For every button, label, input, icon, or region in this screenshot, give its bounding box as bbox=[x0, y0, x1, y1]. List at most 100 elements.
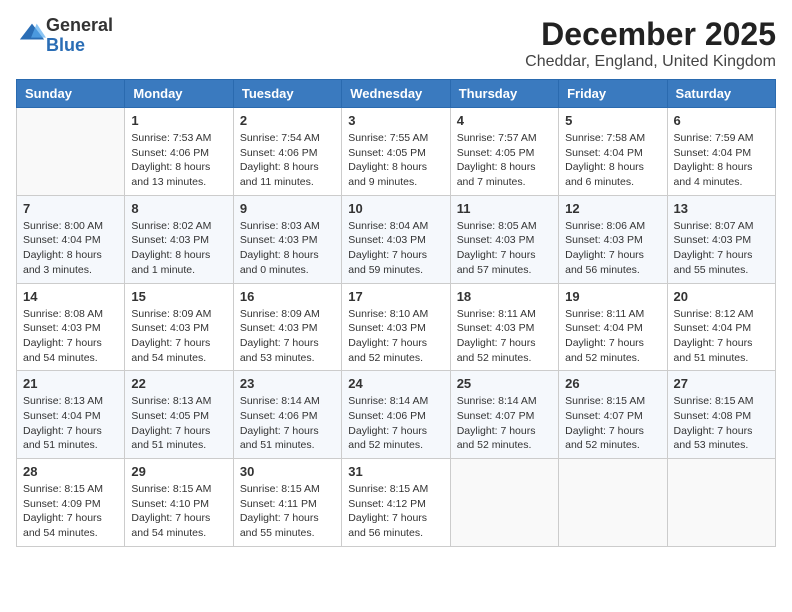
week-row-3: 14 Sunrise: 8:08 AMSunset: 4:03 PMDayligh… bbox=[17, 283, 776, 371]
day-info: Sunrise: 8:15 AMSunset: 4:07 PMDaylight:… bbox=[565, 394, 660, 453]
week-row-5: 28 Sunrise: 8:15 AMSunset: 4:09 PMDayligh… bbox=[17, 459, 776, 547]
calendar-cell bbox=[559, 459, 667, 547]
day-number: 10 bbox=[348, 201, 443, 216]
day-number: 15 bbox=[131, 289, 226, 304]
day-info: Sunrise: 8:11 AMSunset: 4:03 PMDaylight:… bbox=[457, 307, 552, 366]
calendar-cell: 29 Sunrise: 8:15 AMSunset: 4:10 PMDayligh… bbox=[125, 459, 233, 547]
calendar-cell: 23 Sunrise: 8:14 AMSunset: 4:06 PMDayligh… bbox=[233, 371, 341, 459]
calendar-cell: 16Sunrise: 8:09 AMSunset: 4:03 PMDayligh… bbox=[233, 283, 341, 371]
day-number: 12 bbox=[565, 201, 660, 216]
calendar-cell bbox=[450, 459, 558, 547]
calendar-cell: 11 Sunrise: 8:05 AMSunset: 4:03 PMDayligh… bbox=[450, 195, 558, 283]
day-info: Sunrise: 8:12 AMSunset: 4:04 PMDaylight:… bbox=[674, 307, 769, 366]
day-number: 2 bbox=[240, 113, 335, 128]
day-of-week-header: SundayMondayTuesdayWednesdayThursdayFrid… bbox=[17, 80, 776, 108]
col-header-saturday: Saturday bbox=[667, 80, 775, 108]
day-info: Sunrise: 8:10 AMSunset: 4:03 PMDaylight:… bbox=[348, 307, 443, 366]
day-info: Sunrise: 8:13 AMSunset: 4:04 PMDaylight:… bbox=[23, 394, 118, 453]
week-row-4: 21 Sunrise: 8:13 AMSunset: 4:04 PMDayligh… bbox=[17, 371, 776, 459]
calendar-cell: 20 Sunrise: 8:12 AMSunset: 4:04 PMDayligh… bbox=[667, 283, 775, 371]
day-number: 17 bbox=[348, 289, 443, 304]
calendar-cell: 2 Sunrise: 7:54 AMSunset: 4:06 PMDaylight… bbox=[233, 108, 341, 196]
calendar-cell: 17 Sunrise: 8:10 AMSunset: 4:03 PMDayligh… bbox=[342, 283, 450, 371]
col-header-monday: Monday bbox=[125, 80, 233, 108]
day-info: Sunrise: 8:04 AMSunset: 4:03 PMDaylight:… bbox=[348, 219, 443, 278]
calendar-cell: 8 Sunrise: 8:02 AMSunset: 4:03 PMDaylight… bbox=[125, 195, 233, 283]
day-number: 30 bbox=[240, 464, 335, 479]
day-number: 27 bbox=[674, 376, 769, 391]
day-info: Sunrise: 8:02 AMSunset: 4:03 PMDaylight:… bbox=[131, 219, 226, 278]
calendar-cell: 13 Sunrise: 8:07 AMSunset: 4:03 PMDayligh… bbox=[667, 195, 775, 283]
calendar-cell: 22 Sunrise: 8:13 AMSunset: 4:05 PMDayligh… bbox=[125, 371, 233, 459]
day-number: 4 bbox=[457, 113, 552, 128]
day-number: 13 bbox=[674, 201, 769, 216]
day-number: 11 bbox=[457, 201, 552, 216]
logo-text: General Blue bbox=[46, 16, 113, 56]
day-number: 8 bbox=[131, 201, 226, 216]
day-info: Sunrise: 8:15 AMSunset: 4:10 PMDaylight:… bbox=[131, 482, 226, 541]
calendar-cell: 19Sunrise: 8:11 AMSunset: 4:04 PMDayligh… bbox=[559, 283, 667, 371]
day-info: Sunrise: 7:53 AMSunset: 4:06 PMDaylight:… bbox=[131, 131, 226, 190]
day-info: Sunrise: 8:14 AMSunset: 4:07 PMDaylight:… bbox=[457, 394, 552, 453]
calendar-subtitle: Cheddar, England, United Kingdom bbox=[525, 53, 776, 71]
day-info: Sunrise: 7:55 AMSunset: 4:05 PMDaylight:… bbox=[348, 131, 443, 190]
calendar-cell bbox=[667, 459, 775, 547]
day-info: Sunrise: 8:15 AMSunset: 4:09 PMDaylight:… bbox=[23, 482, 118, 541]
calendar-cell: 9Sunrise: 8:03 AMSunset: 4:03 PMDaylight… bbox=[233, 195, 341, 283]
day-info: Sunrise: 8:13 AMSunset: 4:05 PMDaylight:… bbox=[131, 394, 226, 453]
day-info: Sunrise: 7:58 AMSunset: 4:04 PMDaylight:… bbox=[565, 131, 660, 190]
day-number: 23 bbox=[240, 376, 335, 391]
day-number: 26 bbox=[565, 376, 660, 391]
col-header-friday: Friday bbox=[559, 80, 667, 108]
day-info: Sunrise: 8:06 AMSunset: 4:03 PMDaylight:… bbox=[565, 219, 660, 278]
week-row-1: 1 Sunrise: 7:53 AMSunset: 4:06 PMDaylight… bbox=[17, 108, 776, 196]
calendar-cell: 15 Sunrise: 8:09 AMSunset: 4:03 PMDayligh… bbox=[125, 283, 233, 371]
day-number: 21 bbox=[23, 376, 118, 391]
col-header-tuesday: Tuesday bbox=[233, 80, 341, 108]
calendar-cell: 10 Sunrise: 8:04 AMSunset: 4:03 PMDayligh… bbox=[342, 195, 450, 283]
calendar-cell: 7Sunrise: 8:00 AMSunset: 4:04 PMDaylight… bbox=[17, 195, 125, 283]
day-info: Sunrise: 8:00 AMSunset: 4:04 PMDaylight:… bbox=[23, 219, 118, 278]
day-info: Sunrise: 7:54 AMSunset: 4:06 PMDaylight:… bbox=[240, 131, 335, 190]
calendar-cell: 18Sunrise: 8:11 AMSunset: 4:03 PMDayligh… bbox=[450, 283, 558, 371]
day-info: Sunrise: 8:14 AMSunset: 4:06 PMDaylight:… bbox=[240, 394, 335, 453]
calendar-body: 1 Sunrise: 7:53 AMSunset: 4:06 PMDaylight… bbox=[17, 108, 776, 547]
calendar-cell: 5 Sunrise: 7:58 AMSunset: 4:04 PMDaylight… bbox=[559, 108, 667, 196]
col-header-wednesday: Wednesday bbox=[342, 80, 450, 108]
calendar-cell: 6Sunrise: 7:59 AMSunset: 4:04 PMDaylight… bbox=[667, 108, 775, 196]
page-header: General Blue December 2025 Cheddar, Engl… bbox=[16, 16, 776, 71]
day-number: 1 bbox=[131, 113, 226, 128]
title-block: December 2025 Cheddar, England, United K… bbox=[525, 16, 776, 71]
day-info: Sunrise: 8:14 AMSunset: 4:06 PMDaylight:… bbox=[348, 394, 443, 453]
logo: General Blue bbox=[16, 16, 113, 56]
day-info: Sunrise: 8:08 AMSunset: 4:03 PMDaylight:… bbox=[23, 307, 118, 366]
day-info: Sunrise: 8:09 AMSunset: 4:03 PMDaylight:… bbox=[131, 307, 226, 366]
logo-icon bbox=[18, 19, 46, 47]
calendar-cell bbox=[17, 108, 125, 196]
calendar-cell: 21 Sunrise: 8:13 AMSunset: 4:04 PMDayligh… bbox=[17, 371, 125, 459]
col-header-thursday: Thursday bbox=[450, 80, 558, 108]
calendar-cell: 30Sunrise: 8:15 AMSunset: 4:11 PMDayligh… bbox=[233, 459, 341, 547]
day-number: 29 bbox=[131, 464, 226, 479]
day-number: 31 bbox=[348, 464, 443, 479]
day-number: 9 bbox=[240, 201, 335, 216]
day-info: Sunrise: 8:07 AMSunset: 4:03 PMDaylight:… bbox=[674, 219, 769, 278]
day-info: Sunrise: 8:05 AMSunset: 4:03 PMDaylight:… bbox=[457, 219, 552, 278]
day-info: Sunrise: 8:15 AMSunset: 4:12 PMDaylight:… bbox=[348, 482, 443, 541]
day-number: 22 bbox=[131, 376, 226, 391]
calendar-cell: 24 Sunrise: 8:14 AMSunset: 4:06 PMDayligh… bbox=[342, 371, 450, 459]
day-number: 16 bbox=[240, 289, 335, 304]
calendar-cell: 3 Sunrise: 7:55 AMSunset: 4:05 PMDaylight… bbox=[342, 108, 450, 196]
day-number: 28 bbox=[23, 464, 118, 479]
calendar-cell: 31 Sunrise: 8:15 AMSunset: 4:12 PMDayligh… bbox=[342, 459, 450, 547]
day-number: 20 bbox=[674, 289, 769, 304]
col-header-sunday: Sunday bbox=[17, 80, 125, 108]
day-number: 5 bbox=[565, 113, 660, 128]
calendar-title: December 2025 bbox=[525, 16, 776, 53]
day-number: 25 bbox=[457, 376, 552, 391]
day-info: Sunrise: 8:11 AMSunset: 4:04 PMDaylight:… bbox=[565, 307, 660, 366]
day-number: 24 bbox=[348, 376, 443, 391]
day-number: 14 bbox=[23, 289, 118, 304]
day-number: 3 bbox=[348, 113, 443, 128]
calendar-cell: 4Sunrise: 7:57 AMSunset: 4:05 PMDaylight… bbox=[450, 108, 558, 196]
